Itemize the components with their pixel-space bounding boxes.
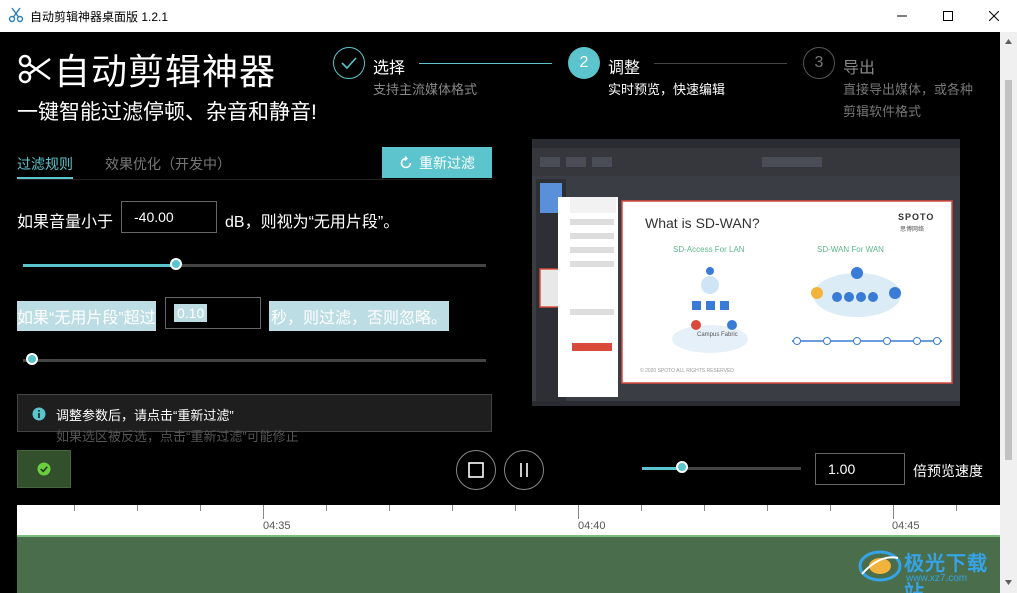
- confirm-button[interactable]: [17, 450, 71, 488]
- vertical-scrollbar[interactable]: [1000, 32, 1017, 593]
- duration-input-value: 0.10: [177, 305, 205, 321]
- preview-slide-title: What is SD-WAN?: [645, 215, 760, 231]
- preview-brand-sub: 思博网络: [900, 227, 925, 233]
- pause-icon: [520, 463, 528, 477]
- timeline-label-2: 04:40: [578, 520, 606, 532]
- window-title: 自动剪辑神器桌面版 1.2.1: [30, 10, 169, 24]
- timeline-minor-tick: [515, 505, 516, 511]
- refresh-icon: [400, 155, 412, 168]
- watermark-text: 极光下载站: [904, 553, 988, 593]
- stop-icon: [468, 462, 484, 478]
- close-icon: [989, 11, 999, 21]
- timeline-major-tick: [263, 505, 264, 519]
- preview-footer: © 2020 SPOTO ALL RIGHTS RESERVED: [640, 368, 734, 374]
- duration-rule-prefix: 如果“无用片段”超过: [17, 301, 156, 331]
- tab-effect-optimization[interactable]: 效果优化（开发中）: [105, 154, 231, 174]
- timeline-label-3: 04:45: [892, 520, 920, 532]
- timeline-minor-tick: [452, 505, 453, 511]
- preview-right-title: SD-WAN For WAN: [817, 245, 884, 254]
- info-icon: [32, 407, 46, 421]
- app-logo: 自动剪辑神器: [18, 49, 276, 92]
- main-content: 自动剪辑神器 一键智能过滤停顿、杂音和静音! 选择 支持主流媒体格式 2 调整 …: [0, 32, 1000, 593]
- preview-left-title: SD-Access For LAN: [673, 245, 745, 254]
- stop-button[interactable]: [456, 450, 496, 490]
- timeline-minor-tick: [830, 505, 831, 511]
- tab-divider: [17, 179, 492, 180]
- timeline-label-1: 04:35: [263, 520, 291, 532]
- timeline-minor-tick: [326, 505, 327, 511]
- scroll-down-icon[interactable]: [1004, 578, 1013, 587]
- minimize-button[interactable]: [879, 0, 925, 32]
- timeline-minor-tick: [389, 505, 390, 511]
- volume-threshold-input[interactable]: [121, 201, 217, 233]
- maximize-icon: [943, 11, 953, 21]
- info-text: 调整参数后，请点击“重新过滤”: [56, 408, 234, 423]
- refilter-button-label: 重新过滤: [419, 154, 475, 171]
- step-connector-1: [419, 63, 552, 64]
- scroll-up-icon[interactable]: [1004, 37, 1013, 46]
- step-1-circle: [333, 47, 365, 79]
- preview-wan-diagram: [792, 267, 942, 345]
- timeline-minor-tick: [956, 505, 957, 511]
- maximize-button[interactable]: [925, 0, 971, 32]
- volume-rule-prefix: 如果音量小于: [17, 214, 114, 231]
- timeline-minor-tick: [641, 505, 642, 511]
- timeline-minor-tick: [137, 505, 138, 511]
- timeline-major-tick: [578, 505, 579, 519]
- logo-title: 自动剪辑神器: [54, 51, 277, 92]
- step-1-title: 选择: [373, 60, 406, 77]
- step-2-title: 调整: [608, 60, 641, 77]
- timeline-ruler[interactable]: [17, 505, 1000, 535]
- info-faded-text: 如果选区被反选，点击“重新过滤”可能修正: [56, 429, 299, 444]
- waveform-track[interactable]: [17, 537, 1000, 593]
- preview-campus-label: Campus Fabric: [697, 332, 738, 338]
- pause-button[interactable]: [504, 450, 544, 490]
- tab-filter-rules[interactable]: 过滤规则: [17, 154, 73, 174]
- step-2-desc: 实时预览，快速编辑: [608, 82, 726, 97]
- step-3-desc-line2: 剪辑软件格式: [843, 104, 922, 119]
- watermark: 极光下载站 www.xz7.com: [858, 542, 1000, 593]
- watermark-logo-icon: [858, 550, 902, 582]
- step-2-circle: 2: [568, 47, 600, 79]
- timeline-minor-tick: [767, 505, 768, 511]
- video-preview[interactable]: What is SD-WAN? SPOTO 思博网络 SD-Access For…: [532, 139, 960, 406]
- watermark-url: www.xz7.com: [906, 573, 968, 584]
- duration-slider-track[interactable]: [23, 359, 486, 362]
- speed-slider-knob[interactable]: [675, 461, 688, 473]
- check-circle-icon: [37, 462, 51, 476]
- minimize-icon: [897, 15, 907, 17]
- slogan: 一键智能过滤停顿、杂音和静音!: [17, 101, 317, 124]
- preview-lan-diagram: [672, 267, 748, 353]
- timeline-minor-tick: [74, 505, 75, 511]
- speed-label: 倍预览速度: [913, 463, 983, 479]
- close-button[interactable]: [971, 0, 1017, 32]
- scissors-icon: [18, 54, 51, 84]
- timeline-major-tick: [893, 505, 894, 519]
- speed-input[interactable]: [815, 453, 905, 485]
- volume-slider-fill: [23, 264, 176, 267]
- preview-brand: SPOTO: [898, 212, 935, 222]
- refilter-button[interactable]: 重新过滤: [382, 147, 492, 178]
- step-3-desc-line1: 直接导出媒体，或各种: [843, 82, 974, 97]
- check-icon: [341, 57, 357, 69]
- timeline-minor-tick: [200, 505, 201, 511]
- step-1-desc: 支持主流媒体格式: [373, 82, 478, 97]
- scissors-app-icon: [8, 7, 24, 23]
- title-bar: 自动剪辑神器桌面版 1.2.1: [0, 0, 1017, 32]
- step-3-circle: 3: [803, 47, 835, 79]
- duration-slider-knob[interactable]: [26, 353, 39, 365]
- step-connector-2: [654, 63, 787, 64]
- scrollbar-thumb[interactable]: [1005, 80, 1012, 460]
- duration-rule-suffix: 秒，则过滤，否则忽略。: [269, 301, 450, 331]
- volume-rule-suffix: dB，则视为“无用片段”。: [225, 214, 400, 231]
- step-3-title: 导出: [843, 60, 876, 77]
- timeline-minor-tick: [704, 505, 705, 511]
- volume-slider-knob[interactable]: [169, 258, 182, 270]
